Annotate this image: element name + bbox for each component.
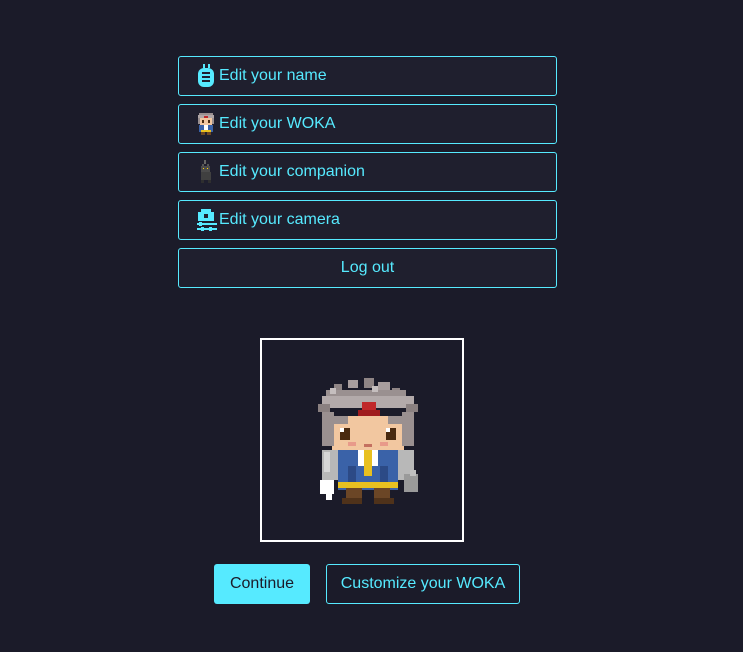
logout-button[interactable]: Log out <box>178 248 557 288</box>
continue-button[interactable]: Continue <box>214 564 310 604</box>
edit-woka-button[interactable]: Edit your WOKA <box>178 104 557 144</box>
profile-menu: Edit your name Edit your WOKA Edit your … <box>178 56 557 296</box>
edit-camera-button[interactable]: Edit your camera <box>178 200 557 240</box>
edit-companion-button[interactable]: Edit your companion <box>178 152 557 192</box>
edit-woka-label: Edit your WOKA <box>219 115 336 132</box>
companion-cat-icon <box>195 159 217 185</box>
customize-woka-button[interactable]: Customize your WOKA <box>326 564 520 604</box>
woka-avatar-icon <box>195 111 217 137</box>
name-tag-icon <box>195 63 217 89</box>
woka-character <box>318 378 418 504</box>
logout-label: Log out <box>340 259 395 276</box>
edit-name-button[interactable]: Edit your name <box>178 56 557 96</box>
woka-preview-frame <box>260 338 464 542</box>
camera-settings-icon <box>195 207 217 233</box>
edit-camera-label: Edit your camera <box>219 211 340 228</box>
edit-companion-label: Edit your companion <box>219 163 365 180</box>
edit-name-label: Edit your name <box>219 67 327 84</box>
